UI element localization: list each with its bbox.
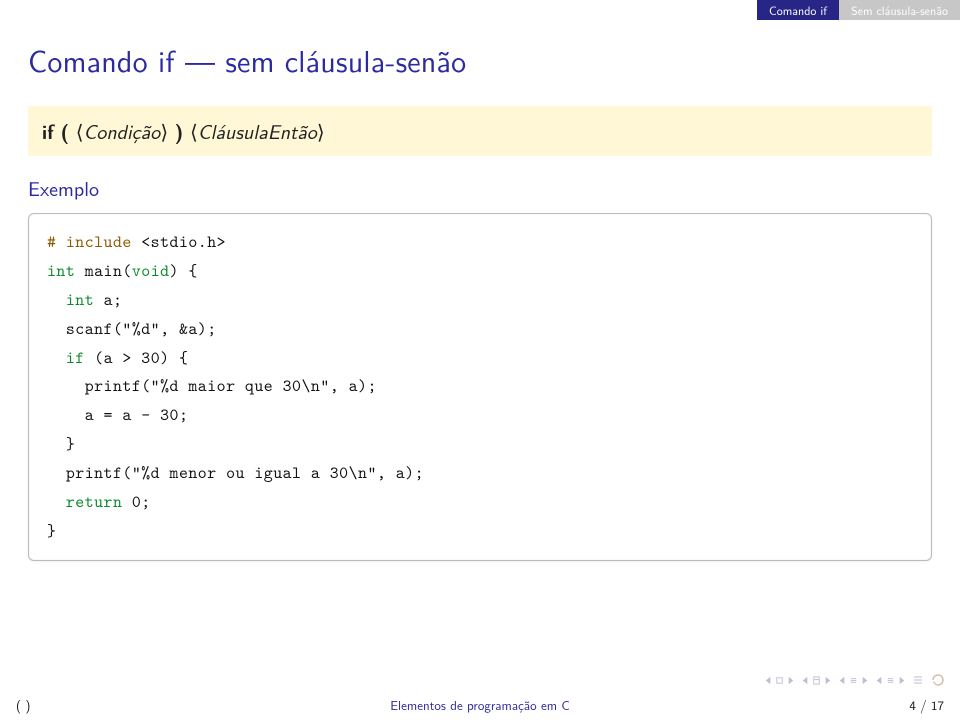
angle-open-2: ⟨	[190, 122, 198, 144]
toc-lines-icon	[886, 676, 895, 685]
frame-next-icon[interactable]	[786, 676, 795, 685]
code-line-2d: ) {	[170, 260, 198, 282]
code-line-5c: (a > 30) {	[85, 347, 189, 369]
nav-toc-group	[875, 676, 906, 685]
code-line-2b: main(	[75, 260, 132, 282]
frame-rect-icon	[775, 676, 784, 685]
nav-subsection-group	[801, 676, 832, 685]
subsection-prev-icon[interactable]	[801, 676, 810, 685]
code-line-7: a = a - 30;	[47, 404, 188, 426]
footer-left: ( )	[16, 696, 136, 715]
footer-page: 4 / 17	[824, 696, 944, 715]
footer-title: Elementos de programação em C	[136, 696, 824, 715]
code-line-6: printf("%d maior que 30\n", a);	[47, 375, 377, 397]
syntax-rparen: )	[175, 116, 184, 145]
tab-sem-clausula-senao[interactable]: Sem cláusula-senão	[839, 0, 960, 20]
code-line-10a	[47, 491, 66, 513]
toc-next-icon[interactable]	[897, 676, 906, 685]
code-line-3c: a;	[94, 289, 122, 311]
code-line-10c: 0;	[122, 491, 150, 513]
code-line-9: printf("%d menor ou igual a 30\n", a);	[47, 462, 424, 484]
nav-frame-group	[764, 676, 795, 685]
subsection-doc-icon	[812, 676, 821, 685]
section-lines-icon	[849, 676, 858, 685]
code-block: # include <stdio.h> int main(void) { int…	[28, 213, 932, 561]
angle-close: ⟩	[160, 122, 168, 144]
code-line-2c: void	[132, 260, 170, 282]
angle-open: ⟨	[76, 122, 84, 144]
code-line-8: }	[47, 433, 75, 455]
nav-section-group	[838, 676, 869, 685]
section-next-icon[interactable]	[860, 676, 869, 685]
code-line-5a	[47, 347, 66, 369]
angle-close-2: ⟩	[317, 122, 325, 144]
section-prev-icon[interactable]	[838, 676, 847, 685]
code-line-2a: int	[47, 260, 75, 282]
footer: ( ) Elementos de programação em C 4 / 17	[0, 690, 960, 720]
subsection-next-icon[interactable]	[823, 676, 832, 685]
code-line-5b: if	[66, 347, 85, 369]
back-icon[interactable]	[912, 674, 924, 686]
code-line-3a	[47, 289, 66, 311]
tab-spacer	[0, 0, 757, 20]
example-heading: Exemplo	[28, 174, 932, 203]
syntax-box: if ( ⟨Condição⟩ ) ⟨CláusulaEntão⟩	[28, 106, 932, 156]
code-line-10b: return	[66, 491, 123, 513]
code-line-1b: <stdio.h>	[141, 231, 226, 253]
code-line-4: scanf("%d", &a);	[47, 318, 217, 340]
toc-prev-icon[interactable]	[875, 676, 884, 685]
syntax-condicao: Condição	[84, 117, 161, 146]
syntax-lparen: (	[61, 116, 70, 145]
code-line-11: }	[47, 520, 56, 542]
content-area: if ( ⟨Condição⟩ ) ⟨CláusulaEntão⟩ Exempl…	[0, 92, 960, 561]
frame-prev-icon[interactable]	[764, 676, 773, 685]
tab-comando-if[interactable]: Comando if	[757, 0, 839, 20]
page-title: Comando if — sem cláusula-senão	[0, 20, 960, 92]
beamer-nav	[764, 672, 946, 688]
code-line-1a: # include	[47, 231, 141, 253]
section-tabs: Comando if Sem cláusula-senão	[0, 0, 960, 20]
code-line-3b: int	[66, 289, 94, 311]
syntax-clausula-entao: CláusulaEntão	[198, 117, 317, 146]
cycle-icon[interactable]	[930, 672, 946, 688]
syntax-if-keyword: if	[42, 116, 54, 145]
